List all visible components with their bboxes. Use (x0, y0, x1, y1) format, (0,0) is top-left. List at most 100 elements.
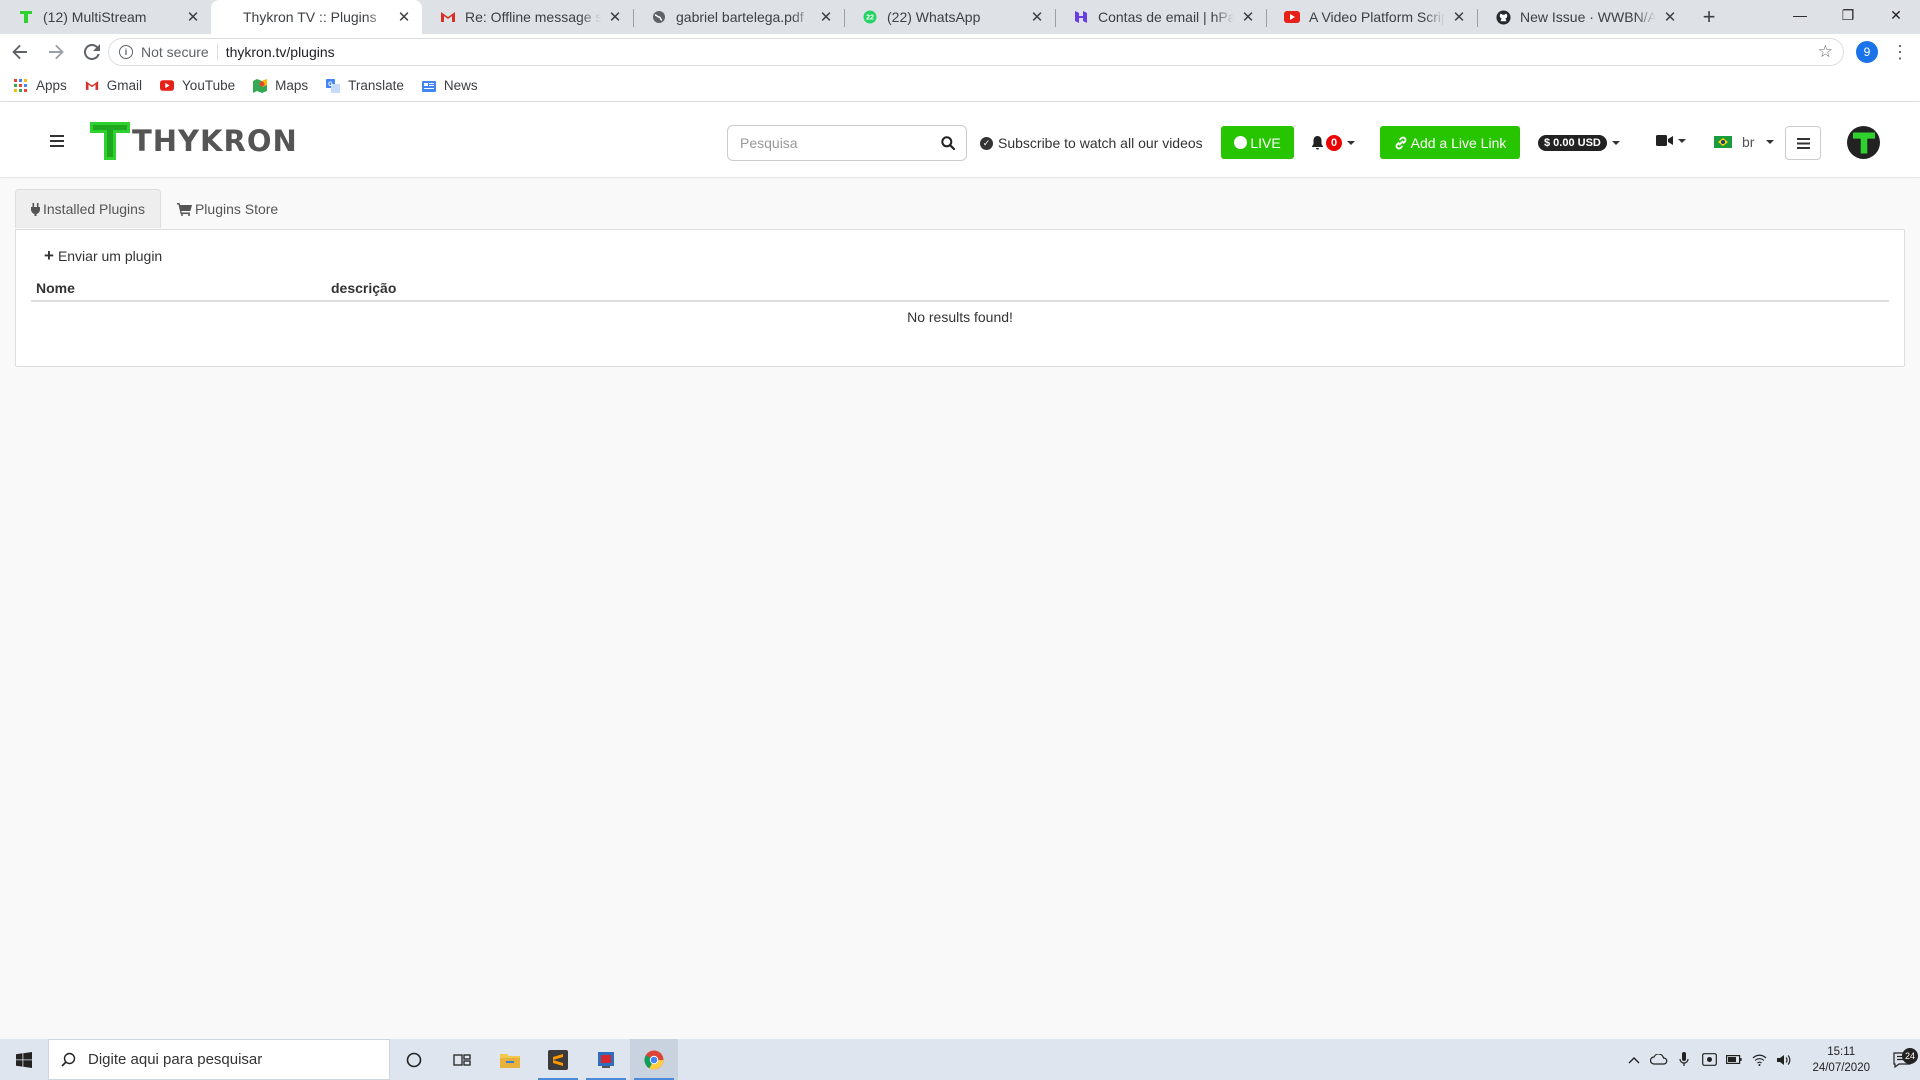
new-tab-button[interactable]: + (1692, 0, 1726, 34)
tab-plugins-store[interactable]: Plugins Store (161, 189, 294, 228)
chevron-up-icon[interactable] (1623, 1056, 1645, 1064)
back-arrow-icon[interactable] (4, 36, 36, 68)
bookmark-youtube[interactable]: YouTube (160, 78, 235, 93)
clock-date: 24/07/2020 (1812, 1061, 1870, 1074)
browser-tab-strip: (12) MultiStream ✕ Thykron TV :: Plugins… (0, 0, 1920, 34)
check-circle-icon: ✓ (980, 136, 993, 150)
thykron-icon (18, 9, 34, 25)
site-search (727, 125, 967, 161)
language-dropdown[interactable]: br (1714, 134, 1775, 150)
empty-results-row: No results found! (31, 302, 1889, 332)
notification-count-badge: 24 (1902, 1047, 1918, 1064)
user-avatar[interactable] (1847, 126, 1880, 159)
browser-tab-gmail[interactable]: Re: Offline message sent ✕ (422, 0, 633, 34)
close-tab-icon[interactable]: ✕ (1662, 8, 1678, 26)
bookmark-news[interactable]: News (421, 78, 478, 93)
volume-icon[interactable] (1773, 1054, 1795, 1066)
balance-pill: $ 0.00 USD (1538, 135, 1607, 151)
bookmark-translate[interactable]: G Translate (326, 78, 404, 93)
system-tray: 15:11 24/07/2020 24 (1623, 1039, 1920, 1080)
profile-avatar[interactable]: 9 (1856, 41, 1878, 63)
file-explorer-icon[interactable] (486, 1039, 534, 1080)
browser-tab-github[interactable]: New Issue · WWBN/AVideo ✕ (1477, 0, 1688, 34)
hostinger-icon (1073, 9, 1089, 25)
info-icon[interactable]: i (119, 45, 133, 59)
column-header-description[interactable]: descrição (331, 280, 396, 296)
bookmark-gmail[interactable]: Gmail (85, 78, 142, 93)
column-header-name[interactable]: Nome (31, 280, 331, 296)
meet-now-icon[interactable] (1698, 1053, 1720, 1066)
browser-menu-icon[interactable]: ⋮ (1890, 38, 1910, 66)
bookmark-apps[interactable]: Apps (14, 78, 67, 93)
forward-arrow-icon[interactable] (40, 36, 72, 68)
caret-down-icon (1766, 140, 1775, 144)
bookmark-label: Maps (275, 78, 309, 93)
windows-start-icon[interactable] (0, 1039, 48, 1080)
live-button[interactable]: LIVE (1221, 126, 1294, 159)
url-text[interactable]: thykron.tv/plugins (226, 44, 335, 60)
close-window-icon[interactable]: ✕ (1872, 0, 1920, 30)
cortana-icon[interactable] (390, 1039, 438, 1080)
notifications-dropdown[interactable]: 0 (1311, 135, 1355, 151)
close-tab-icon[interactable]: ✕ (818, 8, 834, 26)
balance-dropdown[interactable]: $ 0.00 USD (1538, 135, 1620, 151)
brazil-flag-icon (1714, 136, 1732, 148)
filezilla-icon[interactable] (582, 1039, 630, 1080)
close-tab-icon[interactable]: ✕ (1451, 8, 1467, 26)
link-icon (1395, 136, 1406, 149)
taskbar-clock[interactable]: 15:11 24/07/2020 (1812, 1044, 1870, 1076)
search-input[interactable] (728, 126, 930, 160)
wifi-icon[interactable] (1748, 1054, 1770, 1066)
close-tab-icon[interactable]: ✕ (396, 8, 412, 26)
battery-icon[interactable] (1723, 1055, 1745, 1064)
restore-icon[interactable]: ❐ (1824, 0, 1872, 30)
site-logo[interactable]: THYKRON (90, 122, 298, 160)
subscribe-link[interactable]: ✓ Subscribe to watch all our videos (980, 135, 1203, 151)
close-tab-icon[interactable]: ✕ (1240, 8, 1256, 26)
microphone-icon[interactable] (1673, 1052, 1695, 1067)
plug-icon (31, 202, 40, 216)
send-plugin-button[interactable]: + Enviar um plugin (44, 247, 162, 264)
address-bar[interactable]: i Not secure thykron.tv/plugins ☆ (108, 38, 1844, 66)
caret-down-icon (1611, 141, 1620, 145)
tab-title: Contas de email | hPanel (1098, 9, 1234, 25)
browser-tab-hpanel[interactable]: Contas de email | hPanel ✕ (1055, 0, 1266, 34)
camera-dropdown[interactable] (1656, 135, 1686, 146)
browser-tab-whatsapp[interactable]: 22 (22) WhatsApp ✕ (844, 0, 1055, 34)
close-tab-icon[interactable]: ✕ (185, 8, 201, 26)
brand-name: THYKRON (132, 124, 298, 158)
bookmark-label: News (443, 78, 478, 93)
browser-tab-multistream[interactable]: (12) MultiStream ✕ (0, 0, 211, 34)
reload-icon[interactable] (76, 36, 108, 68)
sidebar-menu-icon[interactable] (50, 130, 64, 153)
bookmark-maps[interactable]: Maps (253, 78, 308, 93)
security-label: Not secure (141, 44, 209, 60)
bookmark-star-icon[interactable]: ☆ (1818, 42, 1833, 62)
close-tab-icon[interactable]: ✕ (1029, 8, 1045, 26)
close-tab-icon[interactable]: ✕ (607, 8, 623, 26)
browser-tab-pdf[interactable]: gabriel bartelega.pdf ✕ (633, 0, 844, 34)
news-icon (421, 79, 436, 93)
tab-installed-plugins[interactable]: Installed Plugins (15, 189, 161, 228)
right-menu-button[interactable] (1785, 126, 1821, 160)
minimize-icon[interactable]: — (1776, 0, 1824, 30)
sublime-text-icon[interactable] (534, 1039, 582, 1080)
bookmark-label: YouTube (182, 78, 236, 93)
bookmarks-bar: Apps Gmail YouTube Maps G Translate News (0, 70, 1920, 102)
tab-title: A Video Platform Script (1309, 9, 1445, 25)
browser-tab-plugins[interactable]: Thykron TV :: Plugins ✕ (211, 0, 422, 34)
live-label: LIVE (1250, 134, 1281, 151)
action-center-icon[interactable]: 24 (1884, 1047, 1920, 1068)
translate-icon: G (326, 78, 341, 93)
chrome-icon[interactable] (630, 1039, 678, 1080)
send-plugin-label: Enviar um plugin (57, 247, 163, 264)
browser-tab-youtube[interactable]: A Video Platform Script ✕ (1266, 0, 1477, 34)
task-view-icon[interactable] (438, 1039, 486, 1080)
onedrive-cloud-icon[interactable] (1648, 1054, 1670, 1065)
taskbar-search[interactable]: Digite aqui para pesquisar (48, 1039, 390, 1080)
gmail-icon (85, 79, 99, 93)
add-live-link-button[interactable]: Add a Live Link (1380, 126, 1520, 159)
site-navbar: THYKRON ✓ Subscribe to watch all our vid… (0, 102, 1920, 178)
empty-message: No results found! (907, 309, 1013, 325)
search-icon[interactable] (930, 136, 966, 150)
